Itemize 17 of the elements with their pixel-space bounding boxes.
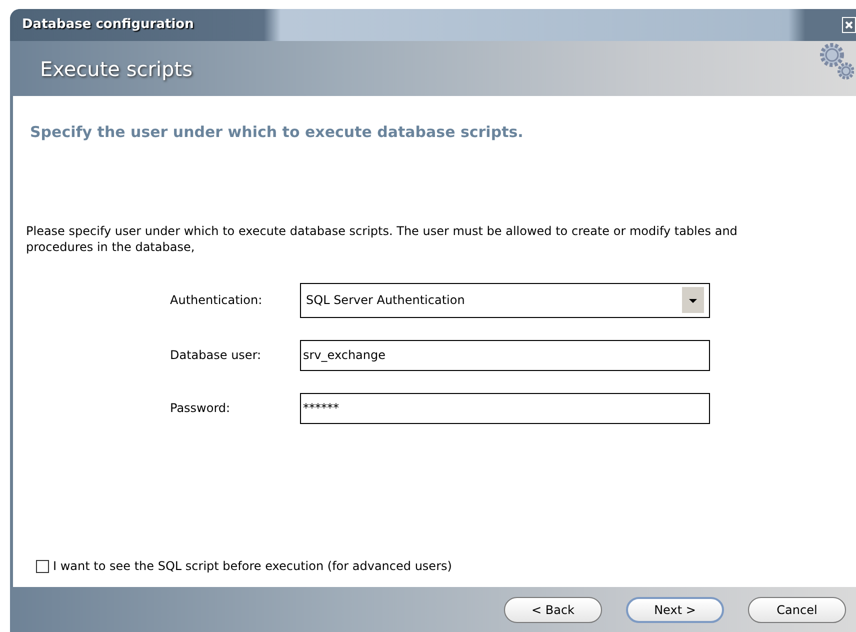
input-field[interactable]: srv_exchange bbox=[300, 340, 710, 370]
page-heading: Specify the user under which to execute database scripts. bbox=[30, 122, 524, 143]
close-button[interactable] bbox=[842, 17, 856, 33]
description-text: Please specify user under which to execute database scripts. The user must be allowed to create or modify tables and procedures in the database, bbox=[26, 222, 738, 254]
wizard-button[interactable]: < Back bbox=[504, 596, 602, 622]
input-field[interactable]: ****** bbox=[300, 392, 710, 424]
field-label: Database user: bbox=[170, 347, 262, 364]
field-label: Password: bbox=[170, 400, 232, 417]
wizard-button[interactable]: Cancel bbox=[748, 596, 846, 622]
wizard-button[interactable]: Next > bbox=[626, 596, 724, 622]
close-icon bbox=[845, 21, 853, 29]
window-title: Database configuration bbox=[21, 16, 194, 34]
page-title: Execute scripts bbox=[39, 56, 192, 82]
checkbox[interactable] bbox=[36, 560, 49, 572]
checkbox-label: I want to see the SQL script before execution (for advanced users) bbox=[53, 558, 452, 575]
field-label: Authentication: bbox=[170, 292, 264, 309]
authentication-dropdown[interactable]: SQL Server Authentication bbox=[300, 282, 710, 318]
